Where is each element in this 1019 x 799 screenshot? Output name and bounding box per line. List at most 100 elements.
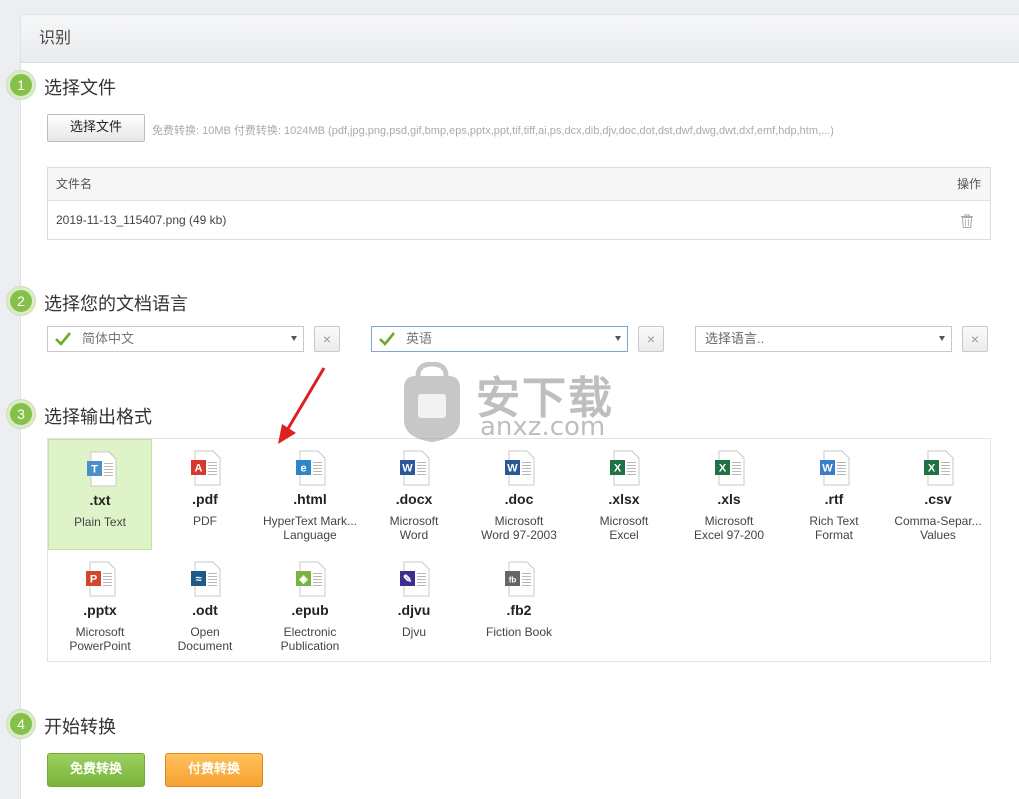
format-label-line2: Word (399, 528, 429, 542)
column-file-name: 文件名 (56, 177, 93, 191)
format-label: HyperText Mark... Language (260, 514, 360, 542)
trash-icon[interactable] (961, 214, 973, 228)
step-1-badge-marker: 1 (7, 71, 35, 99)
format-label: Microsoft PowerPoint (50, 625, 150, 653)
format-label: Comma-Separ... Values (888, 514, 988, 542)
format-extension: .rtf (824, 491, 844, 507)
word-file-icon: W (505, 450, 535, 486)
step-2-title: 选择您的文档语言 (44, 294, 188, 314)
html-file-icon: e (296, 450, 326, 486)
clear-language-3-button[interactable]: × (962, 326, 988, 352)
excel-file-icon: X (715, 450, 745, 486)
odt-file-icon: ≈ (191, 561, 221, 597)
format-extension: .xlsx (608, 491, 640, 507)
format-option-pdf[interactable]: A .pdf PDF (153, 439, 257, 550)
format-option-fb2[interactable]: fb .fb2 Fiction Book (467, 550, 571, 661)
powerpoint-file-icon: P (86, 561, 116, 597)
step-3-badge: 3 (7, 400, 35, 428)
format-extension: .doc (504, 491, 534, 507)
format-label-line1: Microsoft (75, 625, 125, 639)
svg-text:X: X (928, 463, 936, 475)
column-action: 操作 (956, 177, 981, 191)
clear-language-2-button[interactable]: × (638, 326, 664, 352)
language-select-2-value: 英语 (406, 331, 433, 346)
language-select-3-placeholder: 选择语言.. (705, 331, 765, 346)
format-extension: .pdf (192, 491, 218, 507)
format-label: Microsoft Excel 97-200 (679, 514, 779, 542)
format-option-xlsx[interactable]: X .xlsx Microsoft Excel (572, 439, 676, 550)
csv-file-icon: X (924, 450, 954, 486)
format-option-xls[interactable]: X .xls Microsoft Excel 97-200 (677, 439, 781, 550)
epub-file-icon: ◈ (296, 561, 326, 597)
format-option-rtf[interactable]: W .rtf Rich Text Format (782, 439, 886, 550)
svg-text:X: X (719, 463, 727, 475)
format-option-djvu[interactable]: ✎ .djvu Djvu (362, 550, 466, 661)
format-option-csv[interactable]: X .csv Comma-Separ... Values (886, 439, 990, 550)
language-select-1[interactable]: 简体中文 (47, 326, 304, 352)
chevron-down-icon (615, 336, 621, 341)
svg-text:T: T (91, 464, 98, 476)
panel-title: 识别 (21, 15, 1019, 63)
svg-text:W: W (402, 463, 413, 475)
svg-text:fb: fb (509, 576, 517, 585)
step-4-title: 开始转换 (44, 717, 116, 737)
language-select-3[interactable]: 选择语言.. (695, 326, 952, 352)
format-label-line1: HyperText Mark... (262, 514, 358, 528)
format-grid: T .txt Plain Text A .pdf PDF e .html HyperText M… (47, 438, 991, 662)
format-option-epub[interactable]: ◈ .epub Electronic Publication (258, 550, 362, 661)
clear-language-1-button[interactable]: × (314, 326, 340, 352)
format-option-txt[interactable]: T .txt Plain Text (48, 439, 152, 550)
free-convert-button[interactable]: 免费转换 (47, 753, 145, 787)
choose-file-button[interactable]: 选择文件 (47, 114, 145, 142)
format-extension: .djvu (397, 602, 431, 618)
language-select-2[interactable]: 英语 (371, 326, 628, 352)
file-name: 2019-11-13_115407.png (49 kb) (56, 213, 227, 227)
rtf-file-icon: W (820, 450, 850, 486)
check-icon (55, 332, 72, 346)
format-option-docx[interactable]: W .docx Microsoft Word (362, 439, 466, 550)
format-extension: .txt (89, 492, 111, 508)
format-option-pptx[interactable]: P .pptx Microsoft PowerPoint (48, 550, 152, 661)
format-label: Open Document (155, 625, 255, 653)
format-label-line1: Comma-Separ... (894, 514, 982, 528)
format-label: Electronic Publication (260, 625, 360, 653)
chevron-down-icon (291, 336, 297, 341)
format-extension: .docx (395, 491, 433, 507)
format-label-line2: Values (920, 528, 956, 542)
step-3-title: 选择输出格式 (44, 407, 152, 427)
svg-text:e: e (300, 463, 306, 475)
svg-text:W: W (507, 463, 518, 475)
svg-text:≈: ≈ (195, 574, 201, 586)
format-label-line1: Rich Text (809, 514, 859, 528)
svg-text:W: W (822, 463, 833, 475)
format-label: Djvu (364, 625, 464, 639)
format-label: Rich Text Format (784, 514, 884, 542)
svg-text:X: X (614, 463, 622, 475)
step-1-heading: 选择文件 (44, 78, 116, 98)
format-label-line2: Language (283, 528, 337, 542)
format-option-html[interactable]: e .html HyperText Mark... Language (258, 439, 362, 550)
word-file-icon: W (400, 450, 430, 486)
format-label-line2: Format (814, 528, 853, 542)
paid-convert-button[interactable]: 付费转换 (165, 753, 263, 787)
format-extension: .epub (291, 602, 329, 618)
format-label-line1: Microsoft (494, 514, 544, 528)
format-label-line1: Microsoft (599, 514, 649, 528)
format-option-doc[interactable]: W .doc Microsoft Word 97-2003 (467, 439, 571, 550)
check-icon (379, 332, 396, 346)
pdf-file-icon: A (191, 450, 221, 486)
table-row: 2019-11-13_115407.png (49 kb) (48, 201, 990, 239)
chevron-down-icon (939, 336, 945, 341)
svg-text:✎: ✎ (403, 574, 412, 586)
svg-text:P: P (90, 574, 97, 586)
fb2-file-icon: fb (505, 561, 535, 597)
format-extension: .xls (717, 491, 741, 507)
format-label: PDF (155, 514, 255, 528)
format-option-odt[interactable]: ≈ .odt Open Document (153, 550, 257, 661)
step-2-badge: 2 (7, 287, 35, 315)
format-extension: .csv (924, 491, 952, 507)
format-label-line1: PDF (193, 514, 217, 528)
format-label-line1: Microsoft (704, 514, 754, 528)
format-label-line2: Word 97-2003 (481, 528, 557, 542)
format-label-line1: Electronic (283, 625, 337, 639)
